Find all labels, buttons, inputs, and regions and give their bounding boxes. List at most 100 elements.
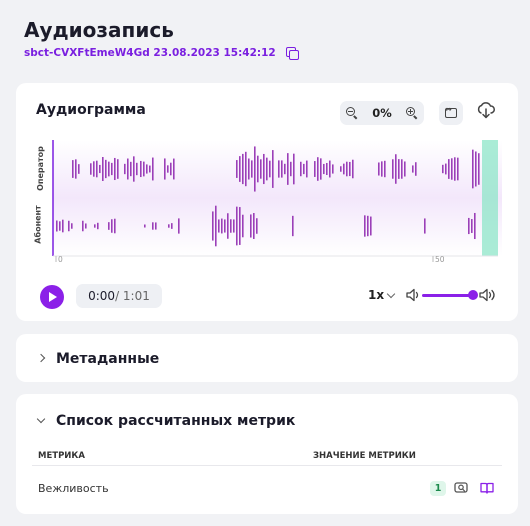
waveform-bar [146, 164, 148, 174]
waveform-bar [230, 219, 232, 233]
volume-low-icon[interactable] [406, 288, 422, 302]
waveform-bar [292, 215, 294, 237]
waveform-bar [111, 219, 113, 233]
waveform-bar [384, 160, 386, 178]
waveform-bar [171, 223, 173, 229]
zoom-control: 0% [340, 101, 424, 125]
metadata-title: Метаданные [56, 351, 160, 367]
waveform-bar [167, 165, 169, 173]
axis-start-label: 0 [58, 255, 63, 264]
book-icon[interactable] [479, 481, 495, 495]
waveform-bar [97, 222, 99, 230]
playhead-marker [482, 140, 498, 256]
waveform-bar [343, 163, 345, 175]
waveform-bar [284, 163, 286, 175]
waveform-bar [474, 212, 476, 240]
page-title: Аудиозапись [24, 18, 174, 42]
waveform-bar [127, 158, 129, 180]
total-time: / 1:01 [115, 289, 150, 303]
waveform-bar [236, 206, 238, 246]
metadata-section[interactable]: Метаданные [16, 334, 518, 382]
waveform-bar [72, 160, 74, 178]
record-info: sbct-CVXFtEmeW4Gd 23.08.2023 15:42:12 [24, 47, 299, 60]
waveform-bar [124, 163, 126, 175]
zoom-out-icon[interactable] [346, 107, 358, 120]
waveform-bar [367, 215, 369, 237]
waveform-bar [260, 159, 262, 179]
waveform-bar [254, 146, 256, 192]
audiogram-card: Аудиограмма 0% ↔ Оператор Абонент 0 50 0… [16, 83, 518, 321]
waveform-bar [349, 161, 351, 177]
waveform-bar [257, 155, 259, 183]
waveform-bar [370, 216, 372, 236]
volume-high-icon[interactable] [479, 288, 499, 302]
chevron-down-icon [386, 289, 396, 298]
waveform-bar [99, 164, 101, 174]
waveform-bar [78, 164, 80, 174]
waveform-bar [152, 222, 154, 230]
waveform-bar [457, 157, 459, 181]
waveform-bar [236, 160, 238, 178]
waveform-bar [329, 160, 331, 178]
play-button[interactable] [40, 285, 64, 309]
waveform-bar [478, 153, 480, 185]
waveform-bar [140, 160, 142, 178]
waveform-bar [144, 224, 146, 228]
waveform-bar [263, 153, 265, 185]
waveform-bar [451, 158, 453, 180]
waveform-bar [253, 213, 255, 239]
fit-width-button[interactable] [439, 101, 463, 125]
audiogram-title: Аудиограмма [36, 102, 146, 118]
current-time: 0:00 [88, 289, 116, 303]
waveform-bar [75, 159, 77, 179]
playback-speed-select[interactable]: 1x [368, 288, 396, 302]
waveform-bar [130, 161, 132, 177]
waveform-bar [352, 159, 354, 179]
waveform-bar [424, 218, 426, 234]
waveform-bar [281, 160, 283, 178]
waveform-bar [401, 159, 403, 179]
waveform-bar [471, 219, 473, 233]
waveform-bar [472, 149, 474, 189]
waveform-bar [306, 160, 308, 178]
waveform-bar [85, 223, 87, 229]
waveform-bar [245, 151, 247, 187]
waveform-bar [143, 161, 145, 177]
volume-slider[interactable] [422, 294, 474, 297]
waveform-bar [215, 205, 217, 247]
zoom-in-icon[interactable] [406, 107, 418, 120]
waveform-bar [251, 160, 253, 178]
waveform-bar [242, 214, 244, 238]
waveform-bar [173, 158, 175, 180]
waveform-svg [52, 140, 502, 262]
waveform-bar [266, 157, 268, 181]
waveform-bar [287, 153, 289, 185]
waveform-bar [82, 220, 84, 232]
waveform-bar [108, 222, 110, 230]
waveform-bar [269, 160, 271, 178]
waveform-bar [94, 224, 96, 228]
waveform-bar [392, 159, 394, 179]
cloud-download-icon[interactable] [476, 100, 496, 120]
waveform-bar [71, 223, 73, 229]
waveform-bar [227, 213, 229, 239]
waveform-bar [475, 151, 477, 187]
waveform-bar [117, 159, 119, 179]
waveform-bar [317, 157, 319, 181]
waveform-bar [381, 161, 383, 177]
waveform-bar [442, 164, 444, 174]
copy-icon[interactable] [285, 47, 299, 60]
waveform-bar [239, 156, 241, 182]
divider [32, 465, 502, 466]
waveform-bar [178, 218, 180, 234]
search-chat-icon[interactable] [454, 481, 470, 495]
waveform-bar [293, 153, 295, 185]
waveform[interactable]: Оператор Абонент [32, 140, 502, 272]
chevron-down-icon[interactable] [36, 414, 46, 424]
lane-label-operator: Оператор [35, 146, 45, 191]
waveform-bar [170, 162, 172, 176]
waveform-bar [248, 158, 250, 180]
volume-slider-thumb[interactable] [468, 290, 478, 300]
waveform-bar [224, 219, 226, 233]
waveform-bar [155, 222, 157, 230]
